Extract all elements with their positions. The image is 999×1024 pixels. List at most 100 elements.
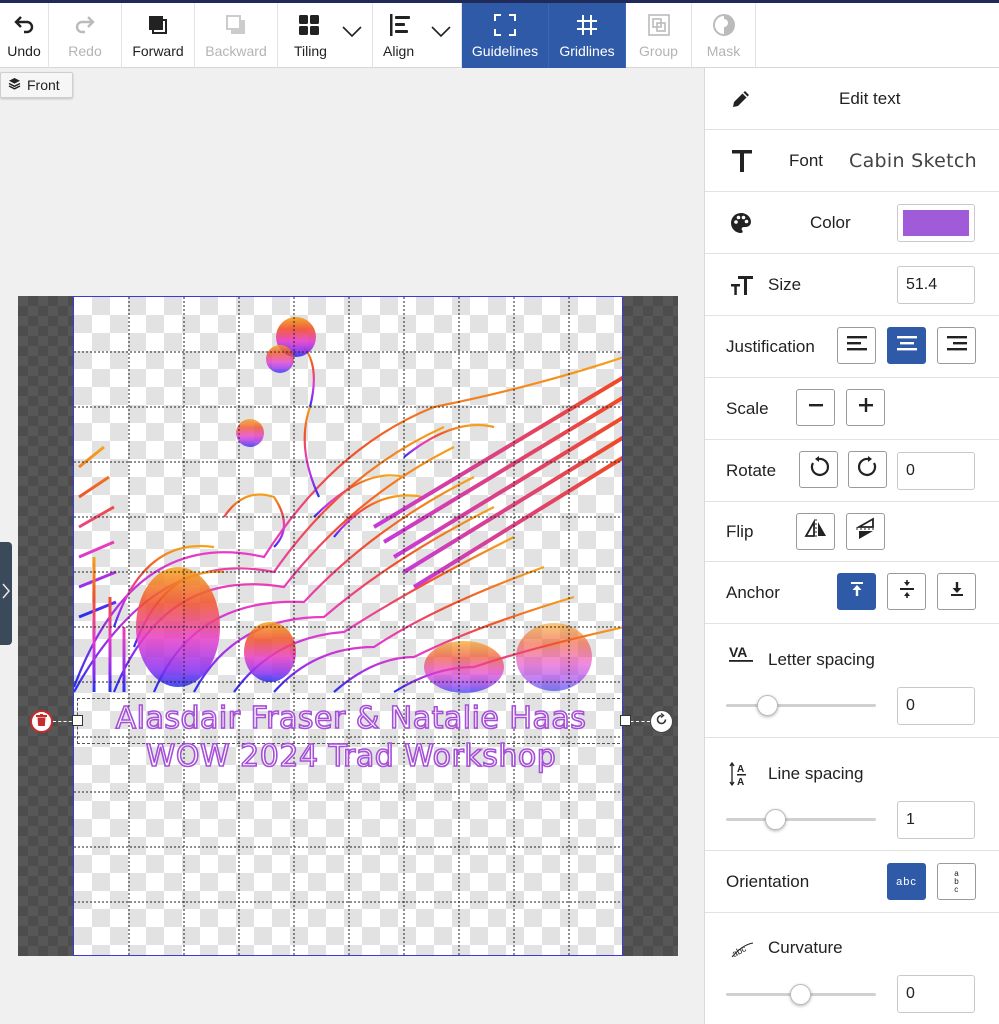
- canvas-text-element[interactable]: Alasdair Fraser & Natalie Haas WOW 2024 …: [77, 700, 625, 776]
- svg-text:A: A: [737, 777, 744, 787]
- backward-button[interactable]: Backward: [195, 3, 278, 68]
- group-label: Group: [639, 43, 678, 59]
- tiling-button[interactable]: Tiling: [278, 3, 373, 68]
- forward-button[interactable]: Forward: [122, 3, 195, 68]
- layer-front-tag[interactable]: Front: [0, 72, 73, 98]
- flip-horizontal-icon: [803, 518, 828, 545]
- gridlines-icon: [575, 12, 599, 38]
- anchor-top-icon: [849, 581, 865, 602]
- undo-button[interactable]: Undo: [0, 3, 49, 68]
- flip-label: Flip: [726, 521, 754, 541]
- align-icon: [389, 12, 411, 38]
- align-center-icon: [896, 335, 917, 356]
- anchor-middle-button[interactable]: [887, 573, 926, 610]
- align-label: Align: [383, 43, 415, 59]
- letter-spacing-icon: VA: [729, 624, 753, 684]
- line-spacing-slider[interactable]: [726, 818, 876, 821]
- rotate-right-button[interactable]: [848, 451, 887, 488]
- resize-handle-left[interactable]: [72, 715, 83, 726]
- justify-left-button[interactable]: [837, 327, 876, 364]
- curvature-label: Curvature: [768, 938, 843, 957]
- letter-spacing-slider-knob[interactable]: [757, 695, 778, 716]
- color-row: Color: [705, 192, 999, 254]
- size-input[interactable]: 51.4: [897, 266, 975, 304]
- size-row: Size 51.4: [705, 254, 999, 316]
- orientation-vertical-button[interactable]: abc: [937, 863, 976, 900]
- align-right-icon: [946, 335, 967, 356]
- rotate-left-button[interactable]: [799, 451, 838, 488]
- line-spacing-input[interactable]: 1: [897, 801, 975, 839]
- curvature-input[interactable]: 0: [897, 975, 975, 1013]
- redo-icon: [73, 12, 97, 38]
- flip-vertical-icon: [855, 517, 877, 546]
- orientation-horizontal-button[interactable]: abc: [887, 863, 926, 900]
- color-swatch-button[interactable]: [897, 204, 975, 242]
- pencil-icon: [729, 68, 753, 129]
- rotate-icon: [655, 712, 668, 731]
- gridlines-button[interactable]: Gridlines: [549, 3, 626, 68]
- group-button[interactable]: Group: [626, 3, 692, 68]
- anchor-bottom-button[interactable]: [937, 573, 976, 610]
- scale-row: Scale: [705, 378, 999, 440]
- rotate-ccw-icon: [808, 456, 830, 483]
- color-label: Color: [810, 212, 851, 232]
- align-chevron-down-icon[interactable]: [431, 25, 451, 41]
- redo-button[interactable]: Redo: [49, 3, 122, 68]
- line-spacing-slider-knob[interactable]: [765, 809, 786, 830]
- guidelines-button[interactable]: Guidelines: [462, 3, 549, 68]
- canvas-text-line-1: Alasdair Fraser & Natalie Haas: [115, 700, 587, 737]
- gridlines-label: Gridlines: [559, 43, 615, 59]
- rotate-label: Rotate: [726, 460, 777, 480]
- anchor-top-button[interactable]: [837, 573, 876, 610]
- text-size-icon: [730, 254, 754, 315]
- orientation-row: Orientation abc abc: [705, 851, 999, 913]
- svg-text:VA: VA: [729, 644, 747, 660]
- layer-label: Front: [27, 77, 60, 93]
- font-row[interactable]: Font Cabin Sketch: [705, 130, 999, 192]
- rotate-element-button[interactable]: [650, 710, 673, 733]
- palette-icon: [729, 192, 753, 253]
- design-canvas[interactable]: [18, 296, 678, 956]
- scale-down-button[interactable]: [796, 389, 835, 426]
- rotate-input[interactable]: 0: [897, 452, 975, 490]
- text-icon: [732, 130, 752, 191]
- curvature-slider-knob[interactable]: [790, 984, 811, 1005]
- trash-icon: [36, 713, 47, 731]
- line-spacing-icon: AA: [729, 738, 751, 810]
- redo-label: Redo: [68, 43, 102, 59]
- align-button[interactable]: Align: [373, 3, 462, 68]
- justification-row: Justification: [705, 316, 999, 378]
- mask-button[interactable]: Mask: [692, 3, 756, 68]
- scale-label: Scale: [726, 398, 769, 418]
- sidebar-expand-handle[interactable]: [0, 542, 12, 645]
- group-icon: [647, 12, 671, 38]
- svg-text:A: A: [737, 764, 744, 775]
- bleed-margin-left: [18, 296, 73, 956]
- letter-spacing-row: VA Letter spacing 0: [705, 624, 999, 738]
- guidelines-label: Guidelines: [471, 43, 539, 59]
- panel-header-row: Edit text: [705, 68, 999, 130]
- rotate-row: Rotate 0: [705, 440, 999, 502]
- justify-center-button[interactable]: [887, 327, 926, 364]
- curvature-row: abc Curvature 0: [705, 913, 999, 1024]
- justification-label: Justification: [726, 336, 815, 356]
- font-value[interactable]: Cabin Sketch: [849, 130, 977, 191]
- flip-horizontal-button[interactable]: [796, 513, 835, 550]
- print-area[interactable]: [73, 296, 623, 956]
- tiling-chevron-down-icon[interactable]: [342, 25, 362, 41]
- flip-vertical-button[interactable]: [846, 513, 885, 550]
- letter-spacing-slider[interactable]: [726, 704, 876, 707]
- gridlines-overlay: [74, 297, 622, 955]
- canvas-text-line-2: WOW 2024 Trad Workshop: [145, 738, 557, 775]
- delete-element-button[interactable]: [30, 710, 53, 733]
- letter-spacing-input[interactable]: 0: [897, 687, 975, 725]
- scale-up-button[interactable]: [846, 389, 885, 426]
- justify-right-button[interactable]: [937, 327, 976, 364]
- backward-label: Backward: [205, 43, 267, 59]
- line-spacing-label: Line spacing: [768, 764, 864, 783]
- undo-label: Undo: [7, 43, 41, 59]
- vertical-text-icon: abc: [954, 868, 959, 894]
- anchor-middle-icon: [899, 580, 915, 603]
- guidelines-icon: [493, 12, 517, 38]
- resize-handle-right[interactable]: [620, 715, 631, 726]
